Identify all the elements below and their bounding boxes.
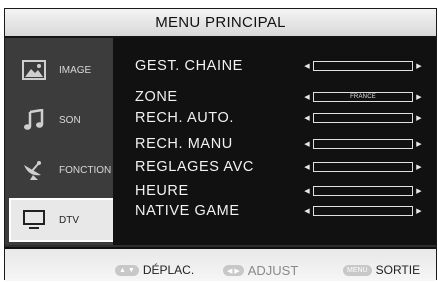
arrow-left-icon[interactable]: ◀ [303,93,311,101]
setting-label: HEURE [135,183,189,199]
sidebar-item-son[interactable]: SON [11,98,113,142]
hint-exit-label: SORTIE [375,263,421,277]
up-down-key-icon: ▲ ▼ [115,264,139,276]
setting-control[interactable]: ◀ ▶ [303,186,423,196]
setting-value [313,186,413,196]
footer-hints: ▲ ▼ DÉPLAC. ◀ ▶ ADJUST MENU SORTIE [5,247,436,281]
music-note-icon [19,107,49,133]
arrow-left-icon[interactable]: ◀ [303,187,311,195]
arrow-right-icon[interactable]: ▶ [415,62,423,70]
setting-control[interactable]: ◀ ▶ [303,162,423,172]
setting-row-rech-manu[interactable]: RECH. MANU ◀ ▶ [135,134,435,154]
setting-value [313,162,413,172]
sidebar-item-image[interactable]: IMAGE [11,48,113,92]
hint-exit: MENU SORTIE [343,263,420,277]
sidebar-item-label: SON [59,114,81,126]
setting-label: RECH. MANU [135,136,233,152]
setting-value [313,206,413,216]
setting-label: GEST. CHAINE [135,58,243,74]
setting-control[interactable]: ◀ FRANCE ▶ [303,92,423,102]
sidebar-item-label: IMAGE [59,64,92,76]
arrow-left-icon[interactable]: ◀ [303,140,311,148]
sidebar-item-fonction[interactable]: FONCTION [11,148,113,192]
setting-value [313,139,413,149]
sidebar: IMAGE SON FONCTION DTV [5,38,117,245]
setting-control[interactable]: ◀ ▶ [303,61,423,71]
setting-row-reglages-avc[interactable]: REGLAGES AVC ◀ ▶ [135,157,435,177]
hint-move-label: DÉPLAC. [142,263,195,277]
setting-row-zone[interactable]: ZONE ◀ FRANCE ▶ [135,87,435,107]
monitor-icon [19,207,49,233]
setting-control[interactable]: ◀ ▶ [303,206,423,216]
settings-panel: GEST. CHAINE ◀ ▶ ZONE ◀ FRANCE ▶ RECH. A… [113,38,436,245]
arrow-right-icon[interactable]: ▶ [415,93,423,101]
left-right-key-icon: ◀ ▶ [223,265,244,276]
arrow-right-icon[interactable]: ▶ [415,140,423,148]
setting-value [313,113,413,123]
setting-row-heure[interactable]: HEURE ◀ ▶ [135,181,435,201]
setting-label: RECH. AUTO. [135,110,234,126]
arrow-right-icon[interactable]: ▶ [415,187,423,195]
setting-row-gest-chaine[interactable]: GEST. CHAINE ◀ ▶ [135,56,435,76]
setting-row-rech-auto[interactable]: RECH. AUTO. ◀ ▶ [135,108,435,128]
sidebar-item-label: DTV [59,214,79,226]
hint-adjust: ◀ ▶ ADJUST [223,263,298,278]
arrow-left-icon[interactable]: ◀ [303,207,311,215]
satellite-dish-icon [19,157,49,183]
setting-control[interactable]: ◀ ▶ [303,139,423,149]
arrow-right-icon[interactable]: ▶ [415,207,423,215]
hint-move: ▲ ▼ DÉPLAC. [115,263,194,277]
sidebar-item-dtv[interactable]: DTV [9,198,117,242]
setting-label: REGLAGES AVC [135,159,254,175]
arrow-left-icon[interactable]: ◀ [303,62,311,70]
setting-label: ZONE [135,89,178,105]
arrow-right-icon[interactable]: ▶ [415,114,423,122]
menu-title: MENU PRINCIPAL [5,9,436,38]
arrow-left-icon[interactable]: ◀ [303,163,311,171]
picture-icon [19,57,49,83]
arrow-right-icon[interactable]: ▶ [415,163,423,171]
sidebar-item-label: FONCTION [59,164,112,176]
menu-key-icon: MENU [343,264,372,276]
setting-value: FRANCE [313,92,413,102]
tv-menu-window: MENU PRINCIPAL IMAGE SON FONCTION DTV GE… [4,8,437,281]
setting-row-native-game[interactable]: NATIVE GAME ◀ ▶ [135,201,435,221]
arrow-left-icon[interactable]: ◀ [303,114,311,122]
setting-value [313,61,413,71]
setting-control[interactable]: ◀ ▶ [303,113,423,123]
hint-adjust-label: ADJUST [247,263,299,278]
setting-label: NATIVE GAME [135,203,240,219]
